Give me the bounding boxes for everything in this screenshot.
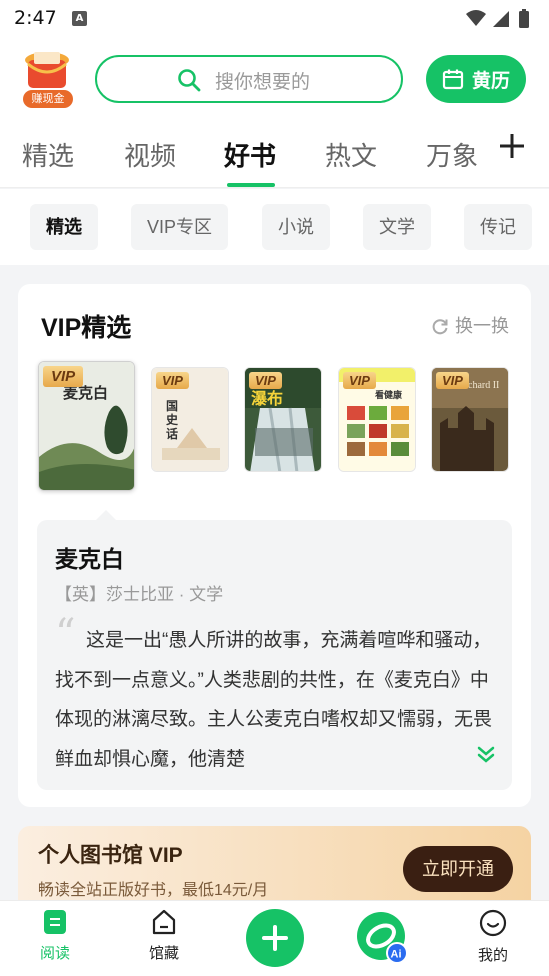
expand-chevron-icon[interactable] <box>468 745 496 769</box>
vip-selection-card: VIP精选 换一换 麦克白 VIP 国 史 话 VIP 瀑布 VIP 看健康 V… <box>18 284 531 807</box>
refresh-button[interactable]: 换一换 <box>431 312 509 340</box>
ai-badge-label: Ai <box>391 949 402 961</box>
notification-icon: A <box>72 11 87 26</box>
search-placeholder: 搜你想要的 <box>215 72 311 93</box>
svg-text:看健康: 看健康 <box>375 389 403 400</box>
book-title: 麦克白 <box>55 546 124 572</box>
vip-banner-subtitle: 畅读全站正版好书，最低14元/月 <box>38 882 269 899</box>
chip-novel[interactable]: 小说 <box>262 204 330 250</box>
chip-jingxuan[interactable]: 精选 <box>30 204 98 250</box>
status-bar: 2:47 A <box>0 0 549 38</box>
category-tabs: 精选 视频 好书 热文 万象 <box>0 120 549 188</box>
plus-icon <box>262 925 288 951</box>
tab-video[interactable]: 视频 <box>124 136 176 173</box>
vip-badge: VIP <box>43 366 84 387</box>
svg-text:话: 话 <box>166 426 178 441</box>
battery-icon <box>519 9 529 28</box>
tab-hot-articles[interactable]: 热文 <box>325 136 377 173</box>
subscribe-now-button[interactable]: 立即开通 <box>403 846 513 892</box>
status-time: 2:47 <box>14 7 57 29</box>
ai-assistant-button[interactable]: Ai <box>355 911 409 965</box>
nav-read-label: 阅读 <box>39 945 70 962</box>
profile-face-icon <box>479 909 507 941</box>
wifi-icon <box>466 10 486 26</box>
status-icons <box>465 8 537 34</box>
search-icon <box>177 68 201 96</box>
chip-vip-zone[interactable]: VIP专区 <box>131 204 229 250</box>
svg-text:瀑布: 瀑布 <box>251 389 283 408</box>
earn-cash-label: 赚现金 <box>23 90 73 108</box>
book-description: 这是一出“愚人所讲的故事，充满着喧哗和骚动，找不到一点意义。”人类悲剧的共性，在… <box>55 630 493 770</box>
vip-badge: VIP <box>436 372 469 389</box>
refresh-icon <box>431 317 449 340</box>
chip-literature[interactable]: 文学 <box>363 204 431 250</box>
header: 赚现金 搜你想要的 黄历 <box>0 38 549 120</box>
add-tab-icon[interactable] <box>498 132 526 166</box>
book-cover-macbeth[interactable]: 麦克白 VIP <box>38 361 135 491</box>
vip-banner-title: 个人图书馆 VIP <box>38 844 183 867</box>
book-detail-panel[interactable]: 麦克白 【英】莎士比亚 · 文学 “ 这是一出“愚人所讲的故事，充满着喧哗和骚动… <box>37 520 512 790</box>
nav-read[interactable]: 阅读 <box>15 909 95 963</box>
search-input[interactable]: 搜你想要的 <box>95 55 403 103</box>
read-icon <box>43 910 67 939</box>
refresh-label: 换一换 <box>455 316 509 336</box>
tab-jingxuan[interactable]: 精选 <box>22 136 74 173</box>
book-cover-richard[interactable]: chard II VIP <box>431 367 509 472</box>
vip-badge: VIP <box>156 372 189 389</box>
vip-promo-banner: 个人图书馆 VIP 畅读全站正版好书，最低14元/月 立即开通 <box>18 826 531 910</box>
tab-wanxiang[interactable]: 万象 <box>426 136 478 173</box>
tab-good-books[interactable]: 好书 <box>224 136 276 173</box>
signal-icon <box>493 11 509 27</box>
almanac-button[interactable]: 黄历 <box>426 55 526 103</box>
book-cover-waterfall[interactable]: 瀑布 VIP <box>244 367 322 472</box>
bottom-navigation: 阅读 馆藏 Ai 我的 <box>0 900 549 976</box>
svg-text:国: 国 <box>166 399 178 413</box>
book-author-meta: 【英】莎士比亚 · 文学 <box>55 585 224 604</box>
vip-section-title: VIP精选 <box>41 314 132 342</box>
nav-mine[interactable]: 我的 <box>453 909 533 965</box>
book-cover-history[interactable]: 国 史 话 VIP <box>151 367 229 472</box>
calendar-icon <box>442 68 464 94</box>
chip-biography[interactable]: 传记 <box>464 204 532 250</box>
book-cover-health[interactable]: 看健康 VIP <box>338 367 416 472</box>
nav-collection[interactable]: 馆藏 <box>124 909 204 963</box>
ai-assistant-icon: Ai <box>357 912 408 964</box>
collection-icon <box>151 909 177 939</box>
active-tab-indicator <box>227 183 275 187</box>
svg-text:史: 史 <box>166 412 179 427</box>
subcategory-chips: 精选 VIP专区 小说 文学 传记 <box>0 189 549 265</box>
vip-badge: VIP <box>249 372 282 389</box>
almanac-label: 黄历 <box>472 71 511 92</box>
add-button[interactable] <box>246 909 304 967</box>
vip-badge: VIP <box>343 372 376 389</box>
nav-mine-label: 我的 <box>477 947 508 964</box>
earn-cash-button[interactable]: 赚现金 <box>20 50 74 108</box>
nav-collection-label: 馆藏 <box>148 945 179 962</box>
svg-text:chard II: chard II <box>468 380 499 391</box>
